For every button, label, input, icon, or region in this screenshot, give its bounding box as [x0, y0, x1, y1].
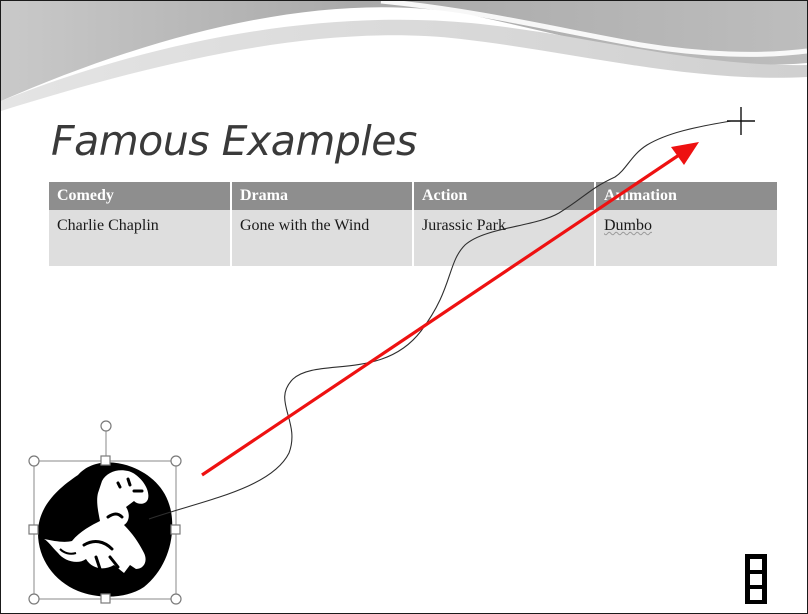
slide[interactable]: Famous Examples Comedy Drama Action Anim…: [0, 0, 808, 614]
header-action[interactable]: Action: [413, 182, 596, 210]
header-drama[interactable]: Drama: [231, 182, 414, 210]
crosshair-cursor-icon: [727, 107, 755, 135]
cell-action-example[interactable]: Jurassic Park: [413, 210, 596, 266]
header-animation[interactable]: Animation: [595, 182, 777, 210]
custom-motion-path-curve[interactable]: [148, 120, 732, 520]
cell-comedy-example[interactable]: Charlie Chaplin: [49, 210, 232, 266]
genre-table[interactable]: Comedy Drama Action Animation Charlie Ch…: [49, 182, 777, 266]
dinosaur-clipart-icon[interactable]: [34, 461, 176, 599]
table-header-row: Comedy Drama Action Animation: [49, 182, 777, 210]
header-comedy[interactable]: Comedy: [49, 182, 232, 210]
cell-drama-example[interactable]: Gone with the Wind: [231, 210, 414, 266]
slide-title[interactable]: Famous Examples: [51, 117, 417, 165]
spellcheck-word: Dumbo: [604, 217, 652, 234]
table-row: Charlie Chaplin Gone with the Wind Juras…: [49, 210, 777, 266]
cell-animation-example[interactable]: Dumbo: [595, 210, 777, 266]
film-strip-icon[interactable]: [745, 554, 767, 604]
rotation-handle-icon[interactable]: [100, 420, 112, 432]
slide-header-swoosh: [1, 1, 807, 111]
